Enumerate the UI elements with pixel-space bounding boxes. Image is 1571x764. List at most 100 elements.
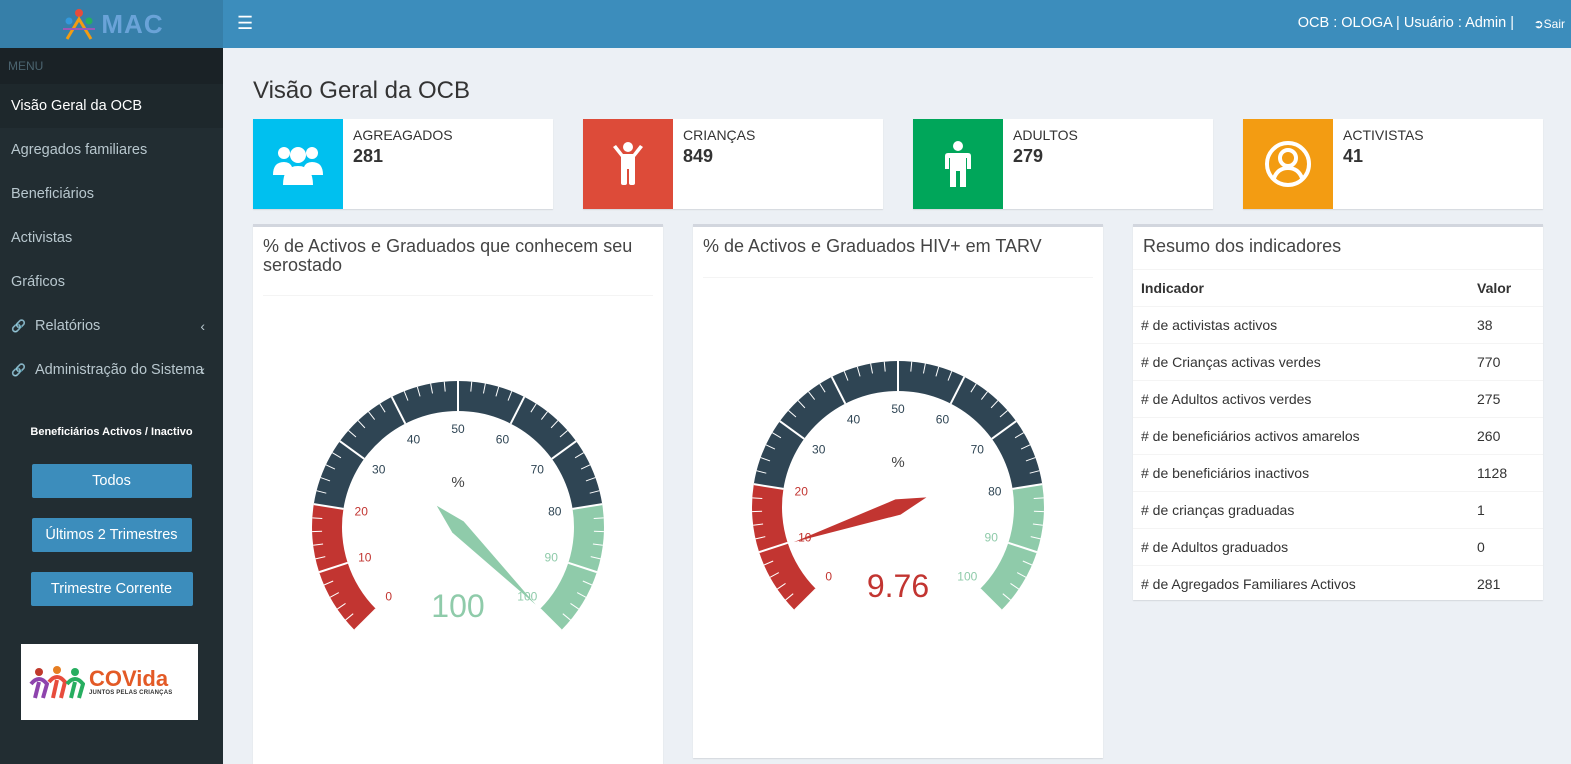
sign-out-icon: ➲: [1533, 17, 1544, 31]
gauge-tick-label: 20: [795, 485, 809, 499]
info-box-label: CRIANÇAS: [683, 127, 756, 143]
gauge-minor-tick: [752, 497, 763, 499]
indicator-name: # de crianças graduadas: [1133, 491, 1469, 529]
indicator-value: 275: [1469, 380, 1543, 418]
sidebar-item-beneficiarios[interactable]: Beneficiários: [0, 172, 223, 216]
table-row: # de beneficiários inactivos 1128: [1133, 454, 1543, 492]
sidebar: MENU Visão Geral da OCB Agregados famili…: [0, 48, 223, 764]
table-row: # de Crianças activas verdes 770: [1133, 343, 1543, 381]
panel-title: % de Activos e Graduados que conhecem se…: [263, 236, 633, 275]
sidebar-item-label: Beneficiários: [11, 186, 95, 202]
sidebar-item-visao-geral[interactable]: Visão Geral da OCB: [0, 84, 223, 128]
sidebar-item-label: Activistas: [11, 230, 73, 246]
gauge-tick-label: 50: [891, 402, 905, 416]
sidebar-item-administracao[interactable]: 🔗 Administração do Sistema ‹: [0, 348, 223, 392]
gauge-tick-label: 50: [451, 422, 465, 436]
gauge-tick-label: 60: [936, 413, 950, 427]
male-icon: [945, 141, 971, 187]
sidebar-item-label: Relatórios: [35, 318, 101, 334]
filter-title: Beneficiários Activos / Inactivo: [30, 426, 193, 438]
sidebar-item-graficos[interactable]: Gráficos: [0, 260, 223, 304]
user-info: OCB : OLOGA | Usuário : Admin |: [1297, 15, 1514, 31]
user-circle-icon: [1265, 141, 1311, 187]
app-logo[interactable]: MAC: [0, 0, 223, 48]
table-row: # de beneficiários activos amarelos 260: [1133, 417, 1543, 455]
link-icon: 🔗: [11, 319, 26, 333]
hamburger-icon[interactable]: ☰: [237, 13, 253, 34]
gauge-tick-label: 100: [957, 569, 977, 583]
menu-header: MENU: [0, 48, 223, 84]
gauge-tick-label: 80: [548, 505, 562, 519]
gauge-tick-label: 70: [971, 442, 985, 456]
filter-trimestre-corrente-button[interactable]: Trimestre Corrente: [30, 572, 193, 606]
gauge-tick-label: 60: [496, 433, 510, 447]
logo-mark-icon: [63, 9, 96, 40]
gauge-unit-label: %: [891, 454, 904, 471]
info-box-icon-bg: [1243, 119, 1333, 209]
logout-link[interactable]: ➲Sair: [1534, 17, 1565, 31]
gauge-tick-label: 40: [847, 413, 861, 427]
gauge-tick-label: 90: [545, 550, 559, 564]
info-box-agregados: AGREAGADOS 281: [253, 119, 553, 209]
gauge-tick-label: 30: [372, 462, 386, 476]
gauge-band-2: [980, 484, 1044, 611]
table-row: # de Agregados Familiares Activos 281: [1133, 565, 1543, 603]
indicator-value: 281: [1469, 565, 1543, 603]
panel-divider: [263, 295, 653, 296]
sidebar-item-label: Administração do Sistema: [35, 362, 204, 378]
gauge-tick-label: 10: [358, 550, 372, 564]
indicator-name: # de beneficiários activos amarelos: [1133, 417, 1469, 455]
sidebar-item-label: Gráficos: [11, 274, 65, 290]
indicator-name: # de beneficiários inactivos: [1133, 454, 1469, 492]
table-row: # de crianças graduadas 1: [1133, 491, 1543, 529]
app-version: e-mac-desktop-v3.10.3: [39, 693, 184, 709]
info-box-criancas: CRIANÇAS 849: [583, 119, 883, 209]
chevron-left-icon: ‹: [200, 362, 205, 378]
sidebar-item-relatorios[interactable]: 🔗 Relatórios ‹: [0, 304, 223, 348]
covida-name: COVida: [89, 666, 169, 691]
gauge-chart-serostado: 0102030405060708090100%100: [312, 381, 604, 631]
info-box-label: ADULTOS: [1013, 127, 1078, 143]
filter-todos-button[interactable]: Todos: [31, 464, 192, 498]
info-box-label: AGREAGADOS: [353, 127, 453, 143]
indicator-name: # de Crianças activas verdes: [1133, 343, 1469, 381]
gauge-tick-label: 0: [385, 589, 392, 603]
gauge-tick-label: 0: [825, 569, 832, 583]
gauge-band-0: [752, 484, 816, 611]
gauge-panel-serostado: % de Activos e Graduados que conhecem se…: [253, 224, 663, 764]
child-icon: [613, 142, 643, 185]
column-header-valor: Valor: [1469, 269, 1543, 307]
gauge-minor-tick: [1033, 497, 1044, 499]
gauge-pointer: [793, 497, 927, 543]
filter-ultimos-2-trimestres-button[interactable]: Últimos 2 Trimestres: [31, 518, 192, 552]
panel-divider: [703, 277, 1093, 278]
column-header-indicador: Indicador: [1133, 269, 1469, 307]
sidebar-item-label: Agregados familiares: [11, 142, 148, 158]
indicator-value: 38: [1469, 306, 1543, 344]
panel-title: Resumo dos indicadores: [1143, 236, 1342, 256]
gauge-band-2: [540, 504, 604, 631]
indicator-name: # de Adultos activos verdes: [1133, 380, 1469, 418]
gauge-tick-label: 30: [812, 442, 826, 456]
indicator-value: 1128: [1469, 454, 1543, 492]
gauge-band-0: [312, 504, 376, 631]
link-icon: 🔗: [11, 363, 26, 377]
gauge-tick-label: 40: [407, 433, 421, 447]
indicator-value: 260: [1469, 417, 1543, 455]
table-row: # de activistas activos 38: [1133, 306, 1543, 344]
info-box-adultos: ADULTOS 279: [913, 119, 1213, 209]
gauge-value-label: 100: [431, 588, 484, 624]
sidebar-item-agregados[interactable]: Agregados familiares: [0, 128, 223, 172]
gauge-minor-tick: [312, 517, 323, 519]
gauge-value-label: 9.76: [867, 568, 929, 604]
info-box-icon-bg: [253, 119, 343, 209]
info-box-label: ACTIVISTAS: [1343, 127, 1424, 143]
indicator-name: # de Agregados Familiares Activos: [1133, 565, 1469, 603]
logo-text: MAC: [101, 8, 164, 39]
indicator-value: 0: [1469, 528, 1543, 566]
sidebar-item-activistas[interactable]: Activistas: [0, 216, 223, 260]
users-icon: [273, 147, 323, 185]
table-row: # de Adultos activos verdes 275: [1133, 380, 1543, 418]
info-box-value: 41: [1343, 146, 1364, 166]
gauge-minor-tick: [593, 517, 604, 519]
